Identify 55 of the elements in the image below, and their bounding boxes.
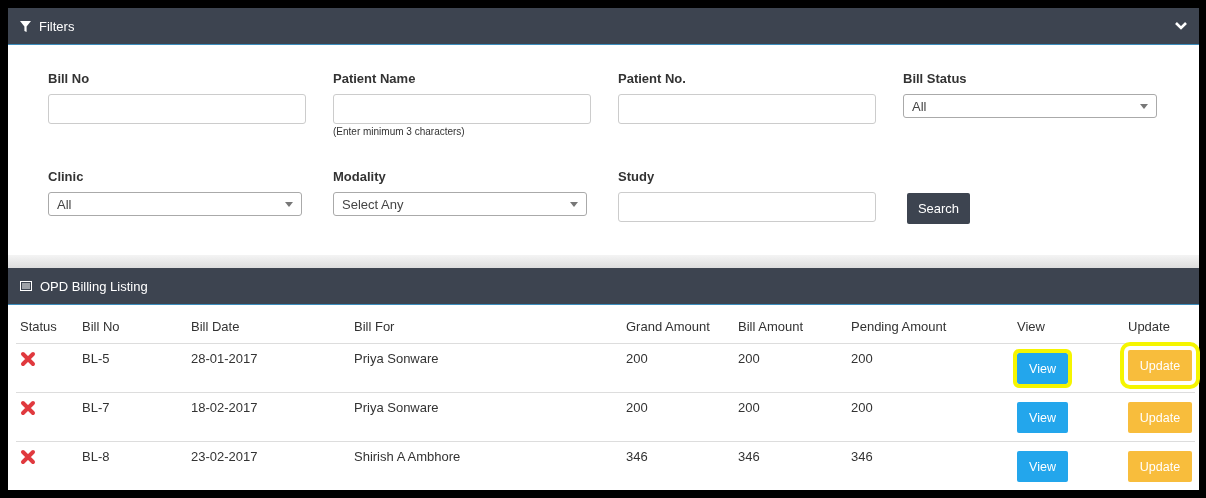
select-field[interactable]: Select Any <box>333 192 587 216</box>
input-field[interactable] <box>333 94 591 124</box>
caret-icon <box>570 201 578 207</box>
field-hint: (Enter minimum 3 characters) <box>333 126 465 137</box>
field-label: Modality <box>333 169 386 184</box>
column-header: Grand Amount <box>625 319 711 336</box>
column-header: Bill For <box>353 319 396 336</box>
input-field[interactable] <box>618 192 876 222</box>
table-cell-text: 28-01-2017 <box>190 351 259 368</box>
field-label: Clinic <box>48 169 84 184</box>
search-button[interactable]: Search <box>907 193 970 224</box>
caret-icon <box>1140 103 1148 109</box>
table-cell-text: 346 <box>850 449 874 466</box>
table-cell-text: BL-7 <box>81 400 111 417</box>
field-label: Patient No. <box>618 71 686 86</box>
table-cell-text: Priya Sonware <box>353 351 440 368</box>
column-header: Pending Amount <box>850 319 948 336</box>
view-button[interactable]: View <box>1017 402 1068 433</box>
table-cell-text: 200 <box>850 351 874 368</box>
column-header: Status <box>19 319 58 336</box>
column-header: View <box>1016 319 1046 336</box>
table-cell-text: BL-5 <box>81 351 111 368</box>
field-label: Bill No <box>48 71 90 86</box>
input-field[interactable] <box>48 94 306 124</box>
table-cell-text: 200 <box>737 351 761 368</box>
table-cell-text: 23-02-2017 <box>190 449 259 466</box>
table-cell-text: 200 <box>625 351 649 368</box>
field-label: Bill Status <box>903 71 967 86</box>
list-icon <box>20 281 32 291</box>
table-cell-text: 346 <box>737 449 761 466</box>
table-cell-text: Priya Sonware <box>353 400 440 417</box>
table-cell-text: BL-8 <box>81 449 111 466</box>
update-button[interactable]: Update <box>1128 451 1192 482</box>
table-cell-text: 18-02-2017 <box>190 400 259 417</box>
panel-title: Filters <box>39 18 75 34</box>
input-field[interactable] <box>618 94 876 124</box>
table-cell-text: 200 <box>737 400 761 417</box>
field-label: Study <box>618 169 655 184</box>
update-button[interactable]: Update <box>1128 402 1192 433</box>
panel-title: OPD Billing Listing <box>40 278 148 294</box>
column-header: Bill Date <box>190 319 241 336</box>
table-cell-text: 200 <box>625 400 649 417</box>
field-label: Patient Name <box>333 71 416 86</box>
column-header: Bill No <box>81 319 121 336</box>
view-button[interactable]: View <box>1017 451 1068 482</box>
select-field[interactable]: All <box>48 192 302 216</box>
table-cell-text: 200 <box>850 400 874 417</box>
table-cell-text: Shirish A Ambhore <box>353 449 462 466</box>
chevron-icon[interactable] <box>1175 22 1187 30</box>
filter-icon <box>20 20 31 32</box>
column-header: Bill Amount <box>737 319 805 336</box>
select-field[interactable]: All <box>903 94 1157 118</box>
table-cell-text: 346 <box>625 449 649 466</box>
caret-icon <box>285 201 293 207</box>
column-header: Update <box>1127 319 1171 336</box>
